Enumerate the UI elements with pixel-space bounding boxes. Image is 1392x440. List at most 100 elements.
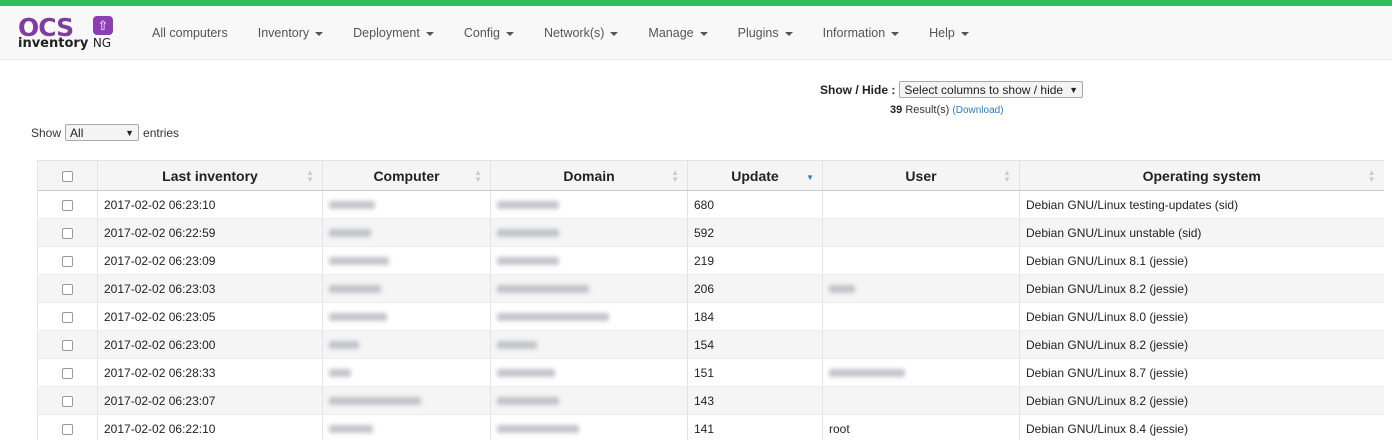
- computer-cell[interactable]: [322, 358, 491, 387]
- caret-down-icon: [506, 31, 514, 36]
- table-row[interactable]: 2017-02-02 06:28:33 151 Debian GNU/Linux 8…: [37, 358, 1384, 387]
- row-checkbox[interactable]: [62, 423, 73, 435]
- row-checkbox[interactable]: [62, 283, 73, 295]
- nav-item-label: Network(s): [544, 26, 605, 40]
- column-label: User: [905, 167, 937, 184]
- computer-cell[interactable]: [322, 190, 491, 219]
- entries-select-value: All: [70, 125, 84, 140]
- nav-item-network-s[interactable]: Network(s): [529, 26, 633, 40]
- nav-item-manage[interactable]: Manage: [633, 26, 722, 40]
- row-checkbox-cell[interactable]: [37, 330, 98, 359]
- nav-item-label: Deployment: [353, 26, 420, 40]
- table-row[interactable]: 2017-02-02 06:22:59 592 Debian GNU/Linux u…: [37, 218, 1384, 247]
- user-cell: root: [822, 414, 1020, 440]
- nav-item-inventory[interactable]: Inventory: [243, 26, 338, 40]
- nav-item-label: Plugins: [737, 26, 779, 40]
- sort-icon: ▲ ▼: [1367, 168, 1376, 184]
- sort-icon: ▲ ▼: [1003, 168, 1011, 184]
- nav-item-information[interactable]: Information: [808, 26, 915, 40]
- operating-system-cell: Debian GNU/Linux 8.2 (jessie): [1019, 330, 1384, 359]
- user-cell: [822, 274, 1020, 303]
- column-header-last-inventory[interactable]: Last inventory ▲ ▼: [97, 160, 323, 191]
- ocs-logo[interactable]: OCS ⇧ inventory NG: [18, 13, 118, 51]
- row-checkbox[interactable]: [62, 395, 73, 407]
- redacted-computer-name: [329, 285, 381, 294]
- sort-icon: ▲ ▼: [671, 168, 679, 184]
- column-header-operating-system[interactable]: Operating system ▲ ▼: [1019, 160, 1384, 191]
- column-header-user[interactable]: User ▲ ▼: [822, 160, 1020, 191]
- column-header-computer[interactable]: Computer ▲ ▼: [322, 160, 491, 191]
- show-entries-control: Show All ▼ entries: [31, 124, 179, 141]
- user-cell: [822, 246, 1020, 275]
- update-cell: 592: [687, 218, 823, 247]
- columns-select-value: Select columns to show / hide: [904, 82, 1064, 97]
- row-checkbox[interactable]: [62, 255, 73, 267]
- nav-item-label: Information: [822, 26, 886, 40]
- redacted-domain: [497, 285, 589, 294]
- computer-cell[interactable]: [322, 246, 491, 275]
- nav-item-all-computers[interactable]: All computers: [137, 26, 243, 40]
- table-row[interactable]: 2017-02-02 06:22:10 141 root Debian GNU/Lin…: [37, 414, 1384, 440]
- nav-item-label: Manage: [648, 26, 694, 40]
- entries-select[interactable]: All ▼: [65, 124, 140, 141]
- redacted-domain: [497, 397, 559, 406]
- column-header-update[interactable]: Update ▼: [687, 160, 823, 191]
- operating-system-cell: Debian GNU/Linux 8.2 (jessie): [1019, 274, 1384, 303]
- row-checkbox-cell[interactable]: [37, 386, 98, 415]
- computer-cell[interactable]: [322, 302, 491, 331]
- row-checkbox[interactable]: [62, 339, 73, 351]
- row-checkbox-cell[interactable]: [37, 190, 98, 219]
- table-row[interactable]: 2017-02-02 06:23:03 206 Debian GNU/Linux 8…: [37, 274, 1384, 303]
- redacted-computer-name: [329, 229, 371, 238]
- row-checkbox[interactable]: [62, 199, 73, 211]
- update-cell: 151: [687, 358, 823, 387]
- nav-item-label: Config: [463, 26, 500, 40]
- operating-system-cell: Debian GNU/Linux 8.7 (jessie): [1019, 358, 1384, 387]
- redacted-domain: [497, 257, 559, 266]
- table-row[interactable]: 2017-02-02 06:23:05 184 Debian GNU/Linux 8…: [37, 302, 1384, 331]
- row-checkbox[interactable]: [62, 367, 73, 379]
- domain-cell: [490, 302, 688, 331]
- computer-cell[interactable]: [322, 274, 491, 303]
- table-row[interactable]: 2017-02-02 06:23:07 143 Debian GNU/Linux 8…: [37, 386, 1384, 415]
- column-label: Update: [731, 167, 779, 184]
- table-row[interactable]: 2017-02-02 06:23:09 219 Debian GNU/Linux 8…: [37, 246, 1384, 275]
- row-checkbox-cell[interactable]: [37, 358, 98, 387]
- row-checkbox-cell[interactable]: [37, 274, 98, 303]
- computer-cell[interactable]: [322, 414, 491, 440]
- results-label: Result(s): [905, 104, 950, 116]
- user-cell: [822, 330, 1020, 359]
- download-link[interactable]: (Download): [952, 105, 1003, 116]
- redacted-domain: [497, 341, 537, 350]
- column-header-domain[interactable]: Domain ▲ ▼: [490, 160, 688, 191]
- columns-select[interactable]: Select columns to show / hide ▼: [899, 81, 1084, 98]
- row-checkbox-cell[interactable]: [37, 246, 98, 275]
- computer-cell[interactable]: [322, 330, 491, 359]
- operating-system-cell: Debian GNU/Linux 8.1 (jessie): [1019, 246, 1384, 275]
- show-entries-suffix: entries: [143, 125, 180, 140]
- nav-item-deployment[interactable]: Deployment: [338, 26, 449, 40]
- user-cell: [822, 218, 1020, 247]
- nav-item-help[interactable]: Help: [914, 26, 984, 40]
- table-row[interactable]: 2017-02-02 06:23:10 680 Debian GNU/Linux t…: [37, 190, 1384, 219]
- computer-cell[interactable]: [322, 386, 491, 415]
- table-row[interactable]: 2017-02-02 06:23:00 154 Debian GNU/Linux 8…: [37, 330, 1384, 359]
- computer-cell[interactable]: [322, 218, 491, 247]
- operating-system-cell: Debian GNU/Linux 8.2 (jessie): [1019, 386, 1384, 415]
- row-checkbox-cell[interactable]: [37, 414, 98, 440]
- last-inventory-cell: 2017-02-02 06:23:07: [97, 386, 323, 415]
- row-checkbox[interactable]: [62, 311, 73, 323]
- redacted-domain: [497, 201, 559, 210]
- update-cell: 219: [687, 246, 823, 275]
- computers-table: Last inventory ▲ ▼ Computer ▲ ▼ Domain ▲ ▼ Upd…: [37, 160, 1384, 440]
- nav-item-config[interactable]: Config: [449, 26, 529, 40]
- last-inventory-cell: 2017-02-02 06:22:10: [97, 414, 323, 440]
- redacted-domain: [497, 425, 579, 434]
- row-checkbox-cell[interactable]: [37, 302, 98, 331]
- nav-item-plugins[interactable]: Plugins: [723, 26, 808, 40]
- row-checkbox[interactable]: [62, 227, 73, 239]
- column-label: Operating system: [1142, 167, 1261, 184]
- redacted-computer-name: [329, 201, 375, 210]
- select-all-checkbox[interactable]: [37, 160, 98, 191]
- row-checkbox-cell[interactable]: [37, 218, 98, 247]
